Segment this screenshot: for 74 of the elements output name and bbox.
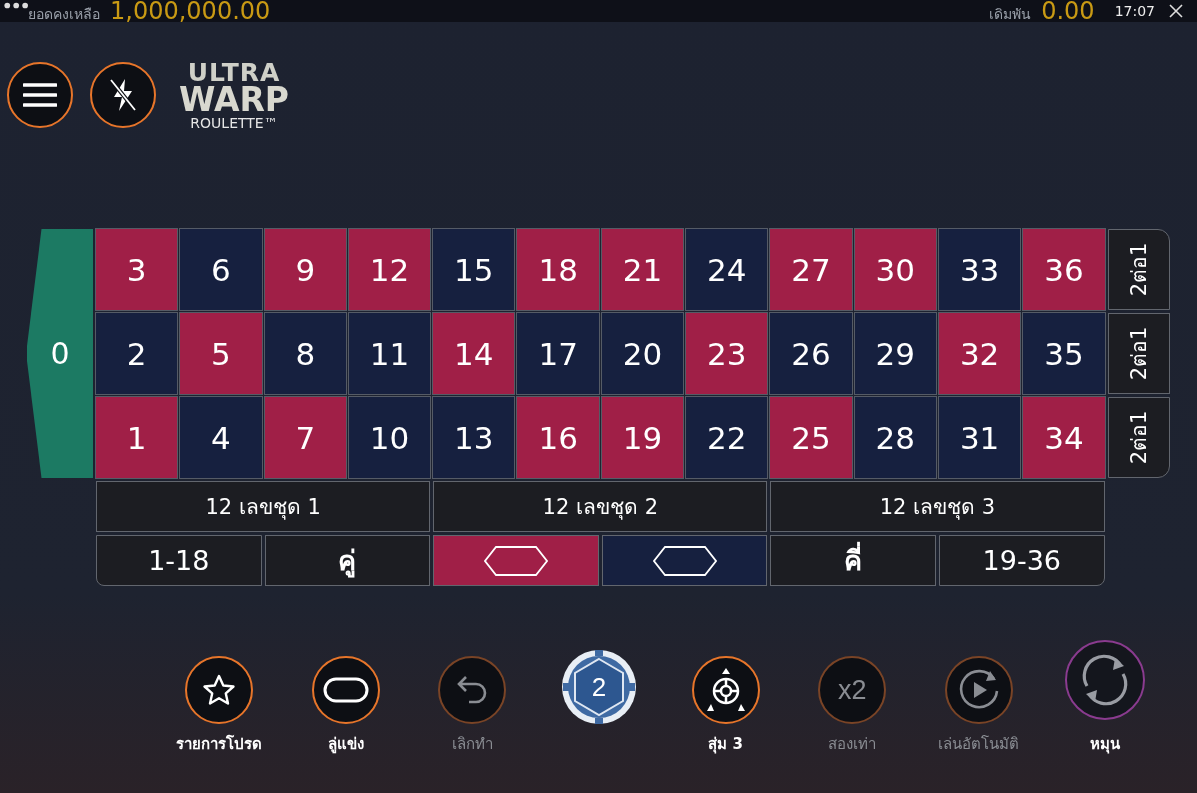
control-label: สองเท่า <box>828 734 877 755</box>
hexagon-icon <box>484 545 548 576</box>
number-cell[interactable]: 9 <box>264 229 346 310</box>
number-cell[interactable]: 22 <box>686 397 768 478</box>
number-cell[interactable]: 1 <box>96 397 178 478</box>
control-label: ลู่แข่ง <box>327 734 364 756</box>
hexagon-icon <box>652 545 717 576</box>
color-bet[interactable] <box>433 535 599 586</box>
number-cell[interactable]: 18 <box>517 229 599 310</box>
number-cell[interactable]: 7 <box>264 397 346 478</box>
number-cell[interactable]: 25 <box>770 397 852 478</box>
dozen-bet[interactable]: 12 เลขชุด 2 <box>433 481 768 532</box>
color-bet[interactable] <box>601 535 768 586</box>
number-cell[interactable]: 23 <box>686 313 768 394</box>
number-cell[interactable]: 8 <box>264 313 346 394</box>
number-cell[interactable]: 36 <box>1023 229 1105 310</box>
logo-title: WARP <box>179 83 290 116</box>
number-cell[interactable]: 29 <box>854 313 936 394</box>
number-cell[interactable]: 15 <box>433 229 515 310</box>
bet-label: เดิมพัน <box>989 5 1032 24</box>
number-cell[interactable]: 3 <box>96 229 178 310</box>
more-icon[interactable] <box>4 2 30 9</box>
column-bet[interactable]: 2ต่อ1 <box>1107 229 1170 310</box>
control-label: สุ่ม 3 <box>708 734 743 756</box>
dozen-bet[interactable]: 12 เลขชุด 1 <box>96 481 431 532</box>
star-icon <box>202 674 237 706</box>
zero-cell[interactable]: 0 <box>27 229 93 478</box>
number-cell[interactable]: 34 <box>1023 397 1105 478</box>
chip-button[interactable]: 2 <box>560 648 639 726</box>
number-cell[interactable]: 14 <box>433 313 515 394</box>
control-label: หมุน <box>1090 734 1121 756</box>
number-cell[interactable]: 19 <box>601 397 684 478</box>
number-cell[interactable]: 21 <box>601 229 684 310</box>
number-cell[interactable]: 32 <box>938 313 1021 394</box>
dozen-bet[interactable]: 12 เลขชุด 3 <box>770 481 1105 532</box>
column-bet[interactable]: 2ต่อ1 <box>1107 313 1170 394</box>
racetrack-icon <box>322 677 369 703</box>
undo-icon <box>456 675 489 705</box>
number-cell[interactable]: 10 <box>348 397 431 478</box>
control-label: เลิกทำ <box>452 734 493 755</box>
clock: 17:07 <box>1114 3 1155 19</box>
outside-bet[interactable]: 1-18 <box>96 535 262 586</box>
number-cell[interactable]: 6 <box>180 229 262 310</box>
number-cell[interactable]: 11 <box>348 313 431 394</box>
number-cell[interactable]: 5 <box>180 313 262 394</box>
number-cell[interactable]: 13 <box>433 397 515 478</box>
number-cell[interactable]: 28 <box>854 397 936 478</box>
balance-amount: 1,000,000.00 <box>110 0 271 22</box>
logo-subtitle: ROULETTE™ <box>190 116 278 130</box>
close-icon[interactable] <box>1169 4 1183 18</box>
number-cell[interactable]: 27 <box>770 229 852 310</box>
number-cell[interactable]: 24 <box>686 229 768 310</box>
bet-amount: 0.00 <box>1041 0 1095 22</box>
outside-bet[interactable]: คู่ <box>264 535 431 586</box>
number-cell[interactable]: 16 <box>517 397 599 478</box>
balance-label: ยอดคงเหลือ <box>28 5 100 24</box>
lightning-crossed-icon <box>108 77 138 113</box>
number-cell[interactable]: 30 <box>854 229 936 310</box>
control-label: เล่นอัตโนมัติ <box>938 734 1020 755</box>
number-cell[interactable]: 33 <box>938 229 1021 310</box>
logo-title: ULTRA <box>187 60 281 85</box>
number-cell[interactable]: 4 <box>180 397 262 478</box>
outside-bet[interactable]: คี่ <box>770 535 936 586</box>
number-cell[interactable]: 26 <box>770 313 852 394</box>
number-cell[interactable]: 12 <box>348 229 431 310</box>
number-cell[interactable]: 17 <box>517 313 599 394</box>
number-cell[interactable]: 20 <box>601 313 684 394</box>
number-cell[interactable]: 31 <box>938 397 1021 478</box>
column-bet[interactable]: 2ต่อ1 <box>1107 397 1170 478</box>
control-label: รายการโปรด <box>176 734 263 755</box>
number-cell[interactable]: 2 <box>96 313 178 394</box>
outside-bet[interactable]: 19-36 <box>938 535 1105 586</box>
menu-icon <box>23 82 57 108</box>
number-cell[interactable]: 35 <box>1023 313 1105 394</box>
